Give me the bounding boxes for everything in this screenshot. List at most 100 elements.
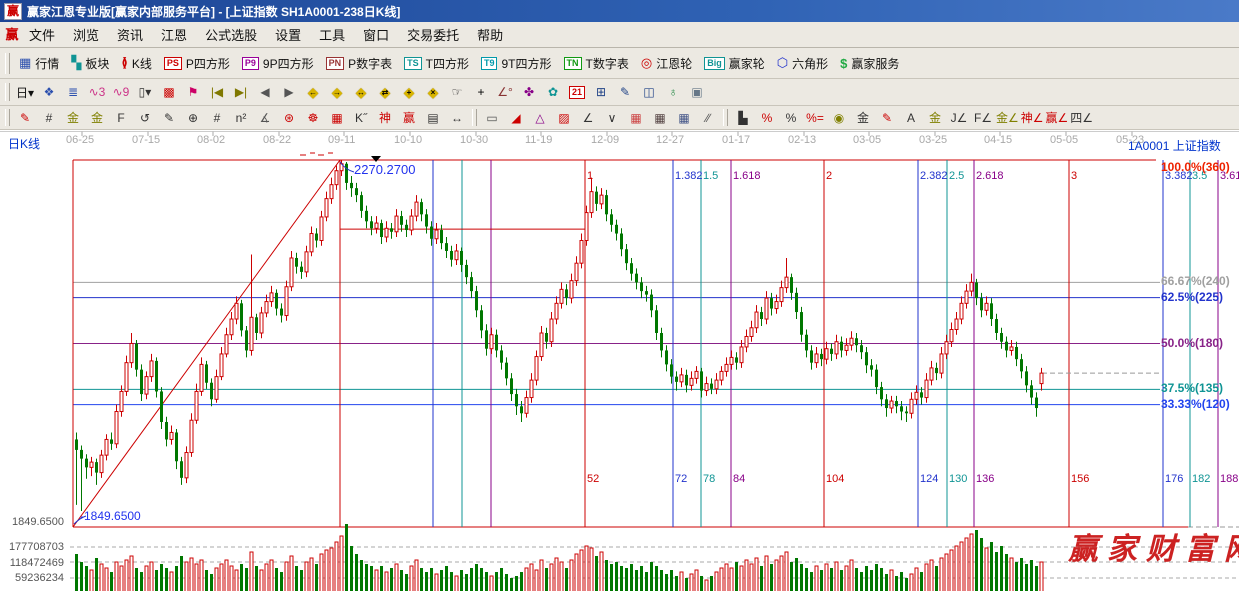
gann-scale-button[interactable]: #	[37, 107, 61, 129]
drag-hand-button[interactable]: ☞	[445, 81, 469, 103]
title-bar[interactable]: 赢 赢家江恩专业版[赢家内部服务平台] - [上证指数 SH1A0001-238…	[0, 0, 1239, 22]
fan-triangle-button[interactable]: △	[528, 107, 552, 129]
angle-measure-button[interactable]: ∠°	[493, 81, 517, 103]
web-square-button[interactable]: ▦	[325, 107, 349, 129]
time-scale-button[interactable]: #	[205, 107, 229, 129]
box-select-button[interactable]: ▭	[480, 107, 504, 129]
9p-square-button[interactable]: P99P四方形	[236, 52, 320, 75]
zoom-in-all-button[interactable]: ◆+	[397, 81, 421, 103]
zoom-h-expand-button[interactable]: ◆↔	[349, 81, 373, 103]
p-number-table-button[interactable]: PNP数字表	[320, 52, 399, 75]
percent-line-button[interactable]: %=	[803, 107, 827, 129]
9t-square-button[interactable]: T99T四方形	[475, 52, 558, 75]
gold-angle-button[interactable]: 金∠	[995, 107, 1020, 129]
gann-target-button[interactable]: ⊛	[277, 107, 301, 129]
percent-button[interactable]: %	[779, 107, 803, 129]
width-measure-button[interactable]: ↔	[445, 107, 469, 129]
pitchfork-button[interactable]: ∠	[576, 107, 600, 129]
last-page-button[interactable]: ▶|	[229, 81, 253, 103]
notepad-button[interactable]: ✎	[613, 81, 637, 103]
web-circle-button[interactable]: ☸	[301, 107, 325, 129]
hexagon-button[interactable]: ⬡六角形	[771, 52, 834, 75]
window-arrange-button[interactable]: ❖	[37, 81, 61, 103]
menu-item-news[interactable]: 资讯	[108, 22, 152, 47]
calendar-button[interactable]: 21	[565, 81, 589, 103]
zoom-left-button[interactable]: ◆←	[301, 81, 325, 103]
gold-underline-button[interactable]: 金	[851, 107, 875, 129]
menu-item-gann[interactable]: 江恩	[152, 22, 196, 47]
circle-grid-button[interactable]: ⊕	[181, 107, 205, 129]
sectors-button[interactable]: ▚板块	[65, 52, 115, 75]
shen-angle-button[interactable]: 神∠	[1020, 107, 1045, 129]
chart-rect	[545, 568, 548, 591]
ying-angle-button[interactable]: 赢∠	[1045, 107, 1070, 129]
shen-tool-button[interactable]: 神	[373, 107, 397, 129]
send-web-button[interactable]: ♁	[661, 81, 685, 103]
winner-service-button[interactable]: $赢家服务	[834, 52, 905, 75]
t-square-button[interactable]: TST四方形	[398, 52, 475, 75]
color-flag-button[interactable]: ⚑	[181, 81, 205, 103]
p-square-button[interactable]: PSP四方形	[158, 52, 236, 75]
wave-a-button[interactable]: A	[899, 107, 923, 129]
gann-fan-button[interactable]: ◢	[504, 107, 528, 129]
gold-2-button[interactable]: 金	[923, 107, 947, 129]
t-number-table-button[interactable]: TNT数字表	[558, 52, 635, 75]
candle-style-dropdown-button[interactable]: ▯▾	[133, 81, 157, 103]
ink-pencil-button[interactable]: ✎	[157, 107, 181, 129]
box-fan-button[interactable]: ▨	[552, 107, 576, 129]
menu-item-settings[interactable]: 设置	[266, 22, 310, 47]
menu-item-file[interactable]: 文件	[20, 22, 64, 47]
menu-item-tools[interactable]: 工具	[310, 22, 354, 47]
chart-rect	[315, 234, 318, 241]
angle-tool-button[interactable]: ∡	[253, 107, 277, 129]
remote-pc-button[interactable]: ▣	[685, 81, 709, 103]
spiral-button[interactable]: ↺	[133, 107, 157, 129]
wave-3-button[interactable]: ∿3	[85, 81, 109, 103]
grid-red-button[interactable]: ▦	[624, 107, 648, 129]
gold-scale-1-button[interactable]: 金	[61, 107, 85, 129]
save-button[interactable]: ◫	[637, 81, 661, 103]
calculator-button[interactable]: ⊞	[589, 81, 613, 103]
four-angle-button[interactable]: 四∠	[1069, 107, 1094, 129]
gann-wheel-button[interactable]: ◎江恩轮	[635, 52, 698, 75]
kline-button[interactable]: ≬K线	[115, 52, 158, 75]
wave-9-button[interactable]: ∿9	[109, 81, 133, 103]
brain-tool-button[interactable]: ✿	[541, 81, 565, 103]
f-angle-button[interactable]: F∠	[971, 107, 995, 129]
first-page-button[interactable]: |◀	[205, 81, 229, 103]
quotes-button[interactable]: ▦行情	[13, 52, 65, 75]
formula-lace-button[interactable]: ▩	[157, 81, 181, 103]
chart-canvas[interactable]	[0, 130, 1239, 591]
winner-wheel-button[interactable]: Big赢家轮	[698, 52, 771, 75]
next-page-button[interactable]: ▶	[277, 81, 301, 103]
menu-item-help[interactable]: 帮助	[468, 22, 512, 47]
percent-strike-button[interactable]: %	[755, 107, 779, 129]
menu-item-browse[interactable]: 浏览	[64, 22, 108, 47]
gann-flower-button[interactable]: ✤	[517, 81, 541, 103]
n-square-button[interactable]: n²	[229, 107, 253, 129]
fib-scale-button[interactable]: F	[109, 107, 133, 129]
crosshair-button[interactable]: +	[469, 81, 493, 103]
menu-item-formula-stock-pick[interactable]: 公式选股	[196, 22, 266, 47]
wave-check-button[interactable]: ∨	[600, 107, 624, 129]
zoom-h-shrink-button[interactable]: ◆⇄	[373, 81, 397, 103]
scale-chart-button[interactable]: ▙	[731, 107, 755, 129]
k-angle-button[interactable]: K˝	[349, 107, 373, 129]
marker-pen-button[interactable]: ✎	[875, 107, 899, 129]
pencil-button[interactable]: ✎	[13, 107, 37, 129]
menu-item-window[interactable]: 窗口	[354, 22, 398, 47]
prev-page-button[interactable]: ◀	[253, 81, 277, 103]
period-daily-dropdown-button[interactable]: 日▾	[13, 81, 37, 103]
gold-circle-button[interactable]: ◉	[827, 107, 851, 129]
menu-item-trade-order[interactable]: 交易委托	[398, 22, 468, 47]
zoom-out-all-button[interactable]: ◆×	[421, 81, 445, 103]
gold-scale-2-button[interactable]: 金	[85, 107, 109, 129]
grid-blue-button[interactable]: ▦	[672, 107, 696, 129]
j-angle-button[interactable]: J∠	[947, 107, 971, 129]
hatch-button[interactable]: ∕∕	[696, 107, 720, 129]
info-panel-button[interactable]: ≣	[61, 81, 85, 103]
zoom-right-button[interactable]: ◆→	[325, 81, 349, 103]
grid-dark-button[interactable]: ▦	[648, 107, 672, 129]
price-ruler-button[interactable]: ▤	[421, 107, 445, 129]
ying-tool-button[interactable]: 赢	[397, 107, 421, 129]
